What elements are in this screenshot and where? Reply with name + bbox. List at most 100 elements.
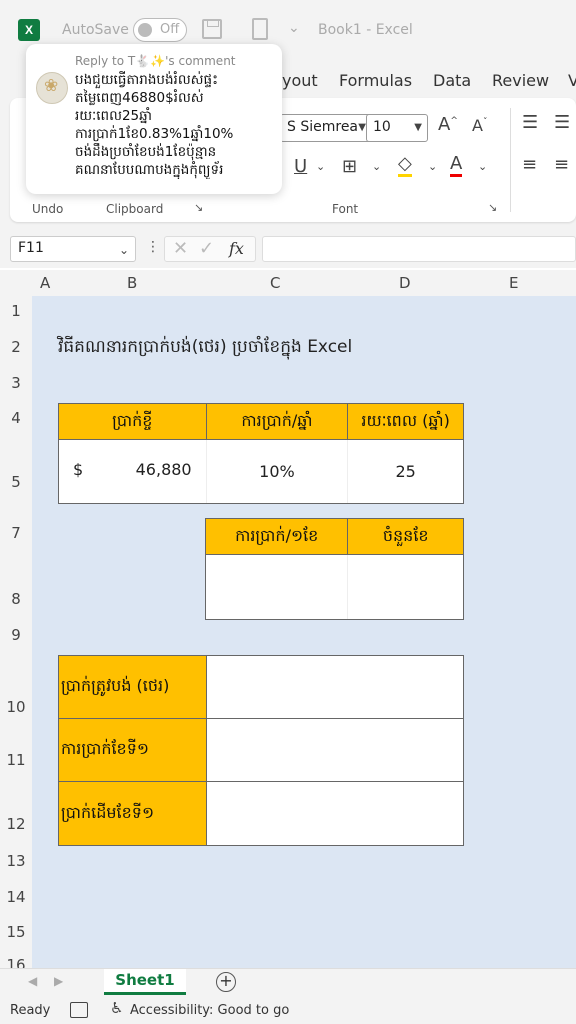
cell-mode-icon[interactable]	[70, 1002, 88, 1018]
font-color-icon[interactable]: A	[450, 154, 463, 177]
sheet-heading[interactable]: វិធីគណនារកប្រាក់បង់(ថេរ) ប្រចាំខែក្នុង E…	[58, 336, 352, 361]
row-header[interactable]: 9	[0, 626, 32, 644]
row-header[interactable]: 5	[0, 473, 32, 491]
align-middle-icon[interactable]: ☰	[554, 112, 570, 133]
row-header[interactable]: 11	[0, 751, 32, 769]
add-sheet-icon[interactable]: +	[216, 972, 236, 992]
chevron-down-icon[interactable]: ⌄	[478, 160, 487, 173]
accessibility-status[interactable]: Accessibility: Good to go	[130, 1003, 289, 1018]
loan-input-table: ប្រាក់ខ្ចី ការប្រាក់/ឆ្នាំ រយៈពេល (ឆ្នាំ…	[58, 403, 464, 504]
fill-color-icon[interactable]: ◇	[398, 154, 412, 177]
font-size-value: 10	[373, 119, 391, 135]
enter-icon[interactable]: ✓	[199, 238, 214, 259]
header-number-of-months[interactable]: ចំនួនខែ	[347, 518, 464, 555]
autosave-state: Off	[160, 22, 180, 37]
comment-line: បងជួយធ្វើតារាងបង់រំលស់ផ្ទះ	[75, 72, 219, 88]
name-box[interactable]: F11 ⌄	[10, 236, 136, 262]
row-header[interactable]: 4	[0, 409, 32, 427]
excel-logo-icon: X	[18, 19, 40, 41]
label-first-month-interest[interactable]: ការប្រាក់ខែទី១	[58, 718, 207, 782]
reply-to-label: Reply to T🐇✨'s comment	[75, 54, 236, 68]
chevron-down-icon[interactable]: ⌄	[372, 160, 381, 173]
comment-line: គណនាបែបណាបងក្នុងកុំព្យូទ័រ	[75, 162, 224, 178]
formula-input[interactable]	[262, 236, 576, 262]
column-header-b[interactable]: B	[127, 274, 137, 292]
chevron-down-icon[interactable]: ⌄	[428, 160, 437, 173]
chevron-down-icon[interactable]: ⌄	[316, 160, 325, 173]
row-header[interactable]: 2	[0, 338, 32, 356]
chevron-left-icon[interactable]: ◀	[28, 974, 37, 988]
accessibility-icon[interactable]: ♿	[110, 999, 123, 1017]
font-name-select[interactable]: S Siemrea ▼	[280, 114, 372, 142]
name-box-value: F11	[18, 240, 44, 256]
term-years-cell[interactable]: 25	[347, 439, 464, 504]
align-left-icon[interactable]: ≡	[522, 154, 537, 175]
more-options-icon[interactable]: ⋮	[146, 239, 160, 255]
row-header[interactable]: 13	[0, 852, 32, 870]
tab-sheet1[interactable]: Sheet1	[104, 969, 186, 995]
monthly-info-table: ការប្រាក់/១ខែ ចំនួនខែ	[204, 518, 464, 620]
dialog-launcher-icon[interactable]: ↘	[194, 201, 203, 214]
header-term-years[interactable]: រយៈពេល (ឆ្នាំ)	[347, 403, 464, 440]
group-label-font: Font	[332, 202, 359, 216]
row-header[interactable]: 12	[0, 815, 32, 833]
decrease-font-size-icon[interactable]: Aˇ	[472, 116, 487, 135]
number-of-months-cell[interactable]	[347, 554, 464, 620]
tab-data[interactable]: Data	[433, 71, 471, 90]
header-monthly-rate[interactable]: ការប្រាក់/១ខែ	[204, 518, 349, 555]
row-header[interactable]: 3	[0, 374, 32, 392]
comment-line: តម្លៃពេញ46880$រំលស់	[75, 90, 204, 106]
underline-icon[interactable]: U	[294, 156, 307, 177]
column-header-e[interactable]: E	[509, 274, 518, 292]
workbook-title: Book1 - Excel	[318, 22, 413, 38]
header-annual-rate[interactable]: ការប្រាក់/ឆ្នាំ	[206, 403, 349, 440]
row-header[interactable]: 7	[0, 524, 32, 542]
chevron-right-icon[interactable]: ▶	[54, 974, 63, 988]
label-first-month-principal[interactable]: ប្រាក់ដើមខែទី១	[58, 781, 207, 846]
row-header[interactable]: 16	[0, 956, 32, 968]
document-icon[interactable]	[252, 18, 268, 40]
row-header[interactable]: 8	[0, 590, 32, 608]
row-headers: 1 2 3 4 5 7 8 9 10 11 12 13 14 15 16	[0, 296, 32, 968]
annual-rate-cell[interactable]: 10%	[205, 439, 349, 504]
monthly-rate-cell[interactable]	[204, 554, 349, 620]
tab-review[interactable]: Review	[492, 71, 549, 90]
status-ready: Ready	[10, 1003, 51, 1018]
header-loan[interactable]: ប្រាក់ខ្ចី	[58, 403, 207, 440]
align-top-icon[interactable]: ☰	[522, 112, 538, 133]
increase-font-size-icon[interactable]: A^	[438, 114, 458, 135]
borders-icon[interactable]: ⊞	[342, 156, 357, 177]
insert-function-icon[interactable]: fx	[229, 239, 244, 258]
customize-chevron-icon[interactable]: ⌄	[288, 20, 300, 36]
label-fixed-payment[interactable]: ប្រាក់ត្រូវបង់ (ថេរ)	[58, 655, 207, 719]
comment-line: ការប្រាក់1ខែ0.83%1ឆ្នាំ10%	[75, 126, 234, 142]
ribbon-divider	[510, 108, 511, 212]
avatar	[36, 72, 68, 104]
align-center-icon[interactable]: ≡	[554, 154, 569, 175]
autosave-toggle[interactable]: Off	[133, 18, 187, 42]
column-header-c[interactable]: C	[270, 274, 280, 292]
worksheet-grid[interactable]	[32, 296, 576, 968]
reply-comment-card: Reply to T🐇✨'s comment បងជួយធ្វើតារាងបង់…	[26, 44, 282, 194]
cancel-icon[interactable]: ✕	[173, 238, 188, 259]
status-bar: Ready ♿ Accessibility: Good to go	[0, 996, 576, 1024]
first-month-interest-cell[interactable]	[205, 718, 465, 782]
dialog-launcher-icon[interactable]: ↘	[488, 201, 497, 214]
chevron-down-icon: ▼	[358, 122, 366, 133]
row-header[interactable]: 1	[0, 302, 32, 320]
tab-formulas[interactable]: Formulas	[339, 71, 412, 90]
row-header[interactable]: 15	[0, 923, 32, 941]
column-header-d[interactable]: D	[399, 274, 411, 292]
fixed-payment-cell[interactable]	[205, 655, 465, 719]
tab-page-layout[interactable]: yout	[282, 71, 318, 90]
first-month-principal-cell[interactable]	[205, 781, 465, 846]
tab-view[interactable]: V	[568, 71, 576, 90]
loan-amount-cell[interactable]: $ 46,880	[58, 439, 207, 504]
row-header[interactable]: 10	[0, 698, 32, 716]
row-header[interactable]: 14	[0, 888, 32, 906]
save-icon[interactable]	[202, 19, 222, 39]
autosave-label: AutoSave	[62, 22, 129, 38]
font-size-select[interactable]: 10 ▼	[366, 114, 428, 142]
column-header-a[interactable]: A	[40, 274, 50, 292]
sheet-tabs-bar: ◀ ▶ Sheet1 +	[0, 968, 576, 996]
